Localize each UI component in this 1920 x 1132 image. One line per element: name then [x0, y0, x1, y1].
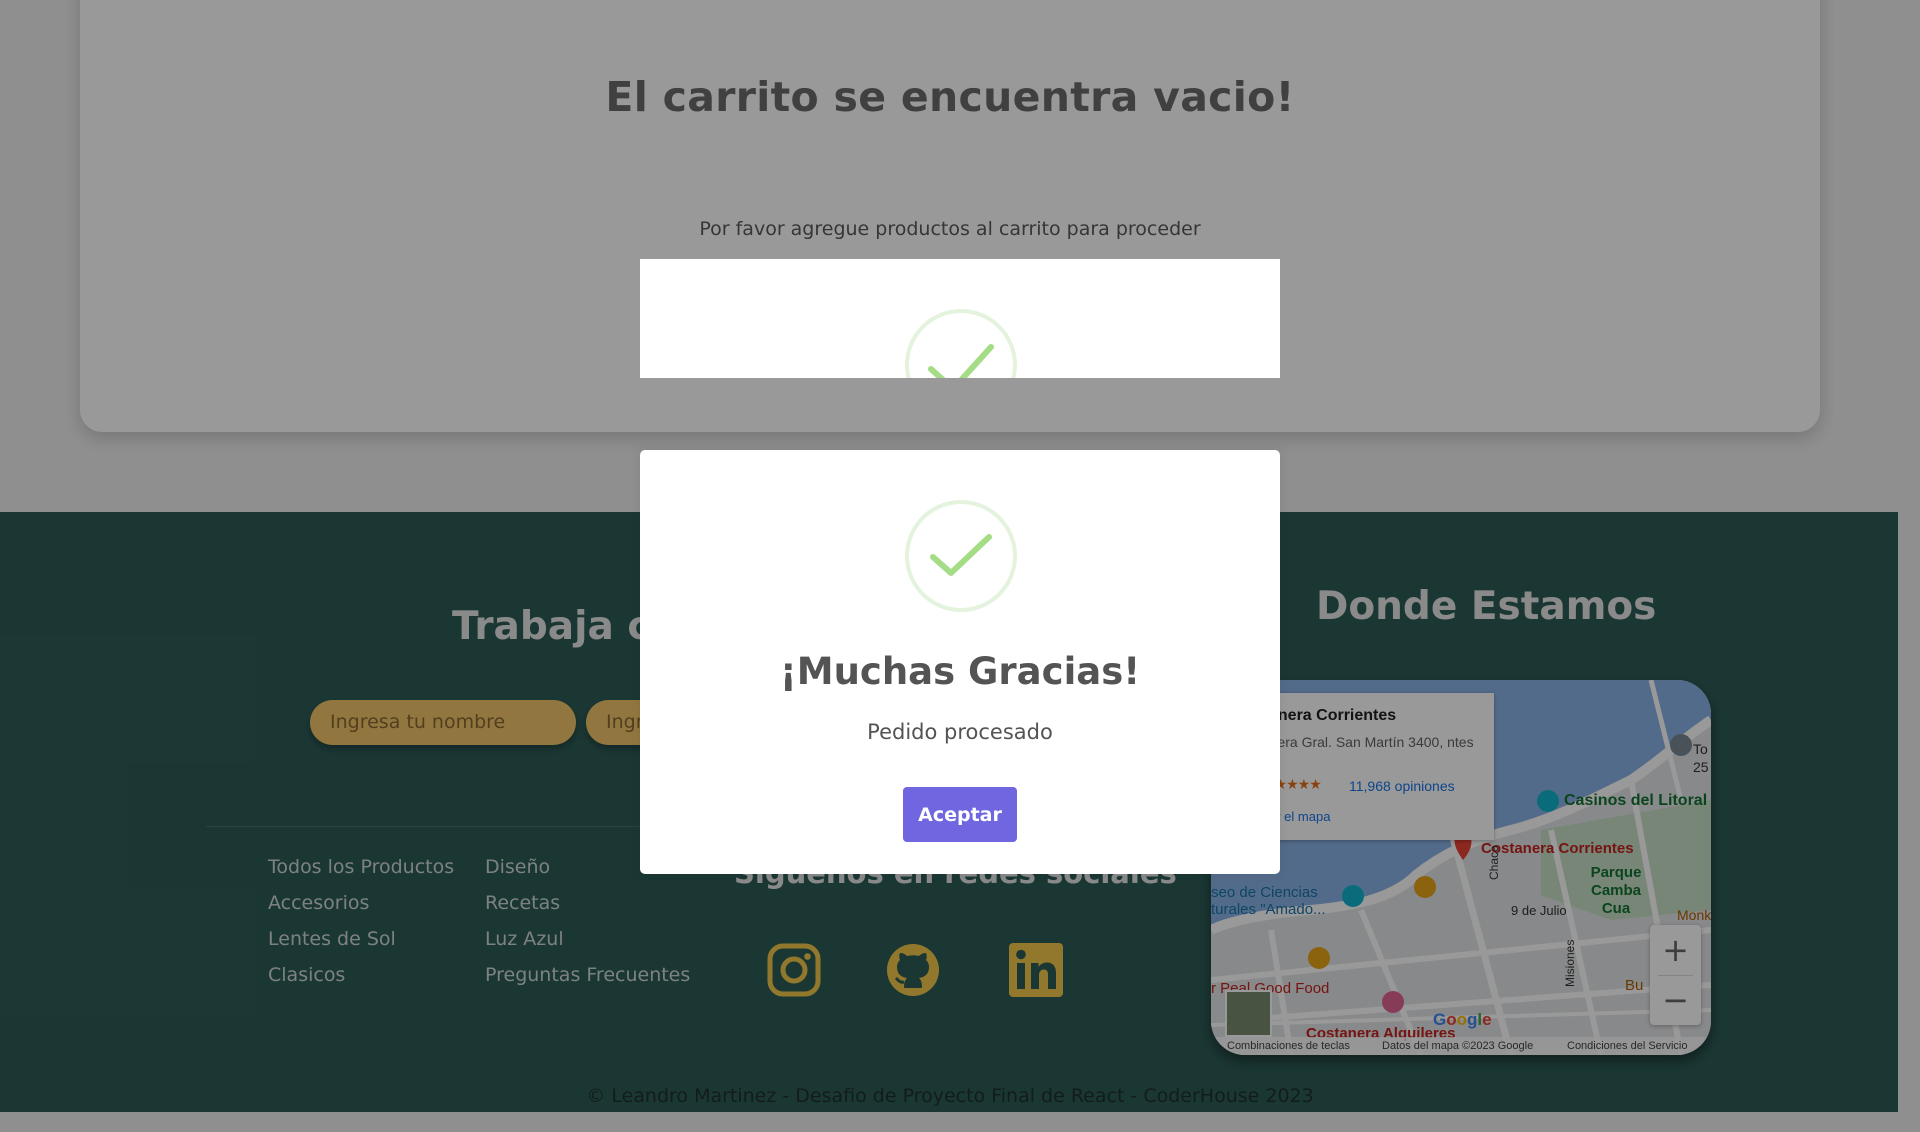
success-check-icon: [905, 500, 1017, 612]
success-icon-ghost: [905, 309, 1017, 378]
modal-title: ¡Muchas Gracias!: [779, 650, 1141, 693]
modal-message: Pedido procesado: [867, 720, 1053, 744]
ghost-modal: [640, 259, 1280, 378]
accept-button[interactable]: Aceptar: [903, 787, 1017, 842]
success-modal: ¡Muchas Gracias! Pedido procesado Acepta…: [640, 450, 1280, 874]
